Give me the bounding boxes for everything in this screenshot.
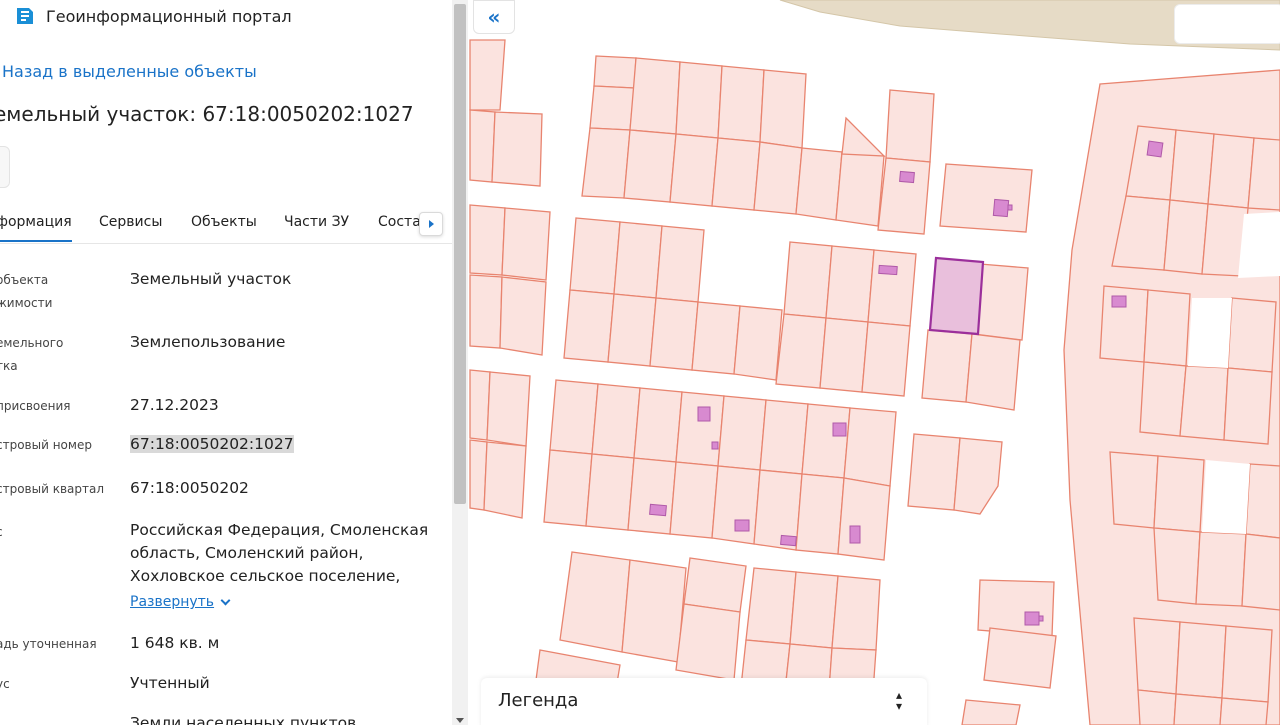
tab-objects[interactable]: Объекты xyxy=(191,204,257,242)
value-object-type: Земельный участок xyxy=(130,270,292,288)
expand-address-link[interactable]: Развернуть xyxy=(130,594,231,610)
tab-services[interactable]: Сервисы xyxy=(99,204,162,242)
value-address-line: область, Смоленский район, xyxy=(130,544,364,562)
value-land-category: Земли населенных пунктов xyxy=(130,714,357,725)
label-area: адь уточненная xyxy=(0,637,97,651)
expand-collapse-icon[interactable]: ▴ ▾ xyxy=(891,689,907,714)
value-parcel-kind: Землепользование xyxy=(130,333,286,351)
label-status: ус xyxy=(0,677,10,691)
tab-bar: формация Сервисы Объекты Части ЗУ Соста xyxy=(0,204,452,244)
label-address: с xyxy=(0,521,3,544)
label-parcel-kind: емельноготка xyxy=(0,336,64,373)
value-area: 1 648 кв. м xyxy=(130,634,220,652)
chevron-right-icon xyxy=(428,220,434,228)
tab-information[interactable]: формация xyxy=(0,204,72,242)
app-title: Геоинформационный портал xyxy=(46,6,292,26)
page-title: емельный участок: 67:18:0050202:1027 xyxy=(0,102,414,126)
tabs-scroll-right-button[interactable] xyxy=(419,212,443,236)
value-cadastral-quarter[interactable]: 67:18:0050202 xyxy=(130,477,249,500)
back-to-selected-link[interactable]: Назад в выделенные объекты xyxy=(2,62,257,81)
collapse-panel-button[interactable]: « xyxy=(473,0,515,34)
scroll-down-arrow-icon[interactable] xyxy=(456,718,464,723)
legend-bar[interactable]: Легенда ▴ ▾ xyxy=(481,678,927,725)
panel-action-button[interactable] xyxy=(0,146,10,188)
value-cadastral-number[interactable]: 67:18:0050202:1027 xyxy=(130,433,294,456)
label-object-type: объекта жимости xyxy=(0,273,53,310)
chevron-down-icon xyxy=(220,595,231,605)
info-panel: Геоинформационный портал Назад в выделен… xyxy=(0,0,452,725)
cadastral-map[interactable] xyxy=(468,0,1280,725)
app-header: Геоинформационный портал xyxy=(14,4,292,28)
label-assignment-date: присвоения xyxy=(0,399,71,413)
double-chevron-left-icon: « xyxy=(487,5,501,29)
value-address-line: Российская Федерация, Смоленская xyxy=(130,521,429,539)
scrollbar-thumb[interactable] xyxy=(454,4,466,504)
legend-title: Легенда xyxy=(498,690,579,711)
value-status: Учтенный xyxy=(130,674,210,692)
tab-parcel-parts[interactable]: Части ЗУ xyxy=(284,204,349,242)
label-cadastral-number: стровый номер xyxy=(0,438,92,452)
label-cadastral-quarter: стровый квартал xyxy=(0,482,105,496)
panel-scrollbar[interactable] xyxy=(452,0,468,725)
portal-logo-icon xyxy=(17,8,33,24)
tab-composition[interactable]: Соста xyxy=(378,204,421,242)
map-search-box[interactable] xyxy=(1174,4,1280,44)
map-canvas[interactable] xyxy=(468,0,1280,725)
selected-parcel xyxy=(928,256,985,336)
value-address-line: Хохловское сельское поселение, xyxy=(130,567,401,585)
value-assignment-date: 27.12.2023 xyxy=(130,396,219,414)
